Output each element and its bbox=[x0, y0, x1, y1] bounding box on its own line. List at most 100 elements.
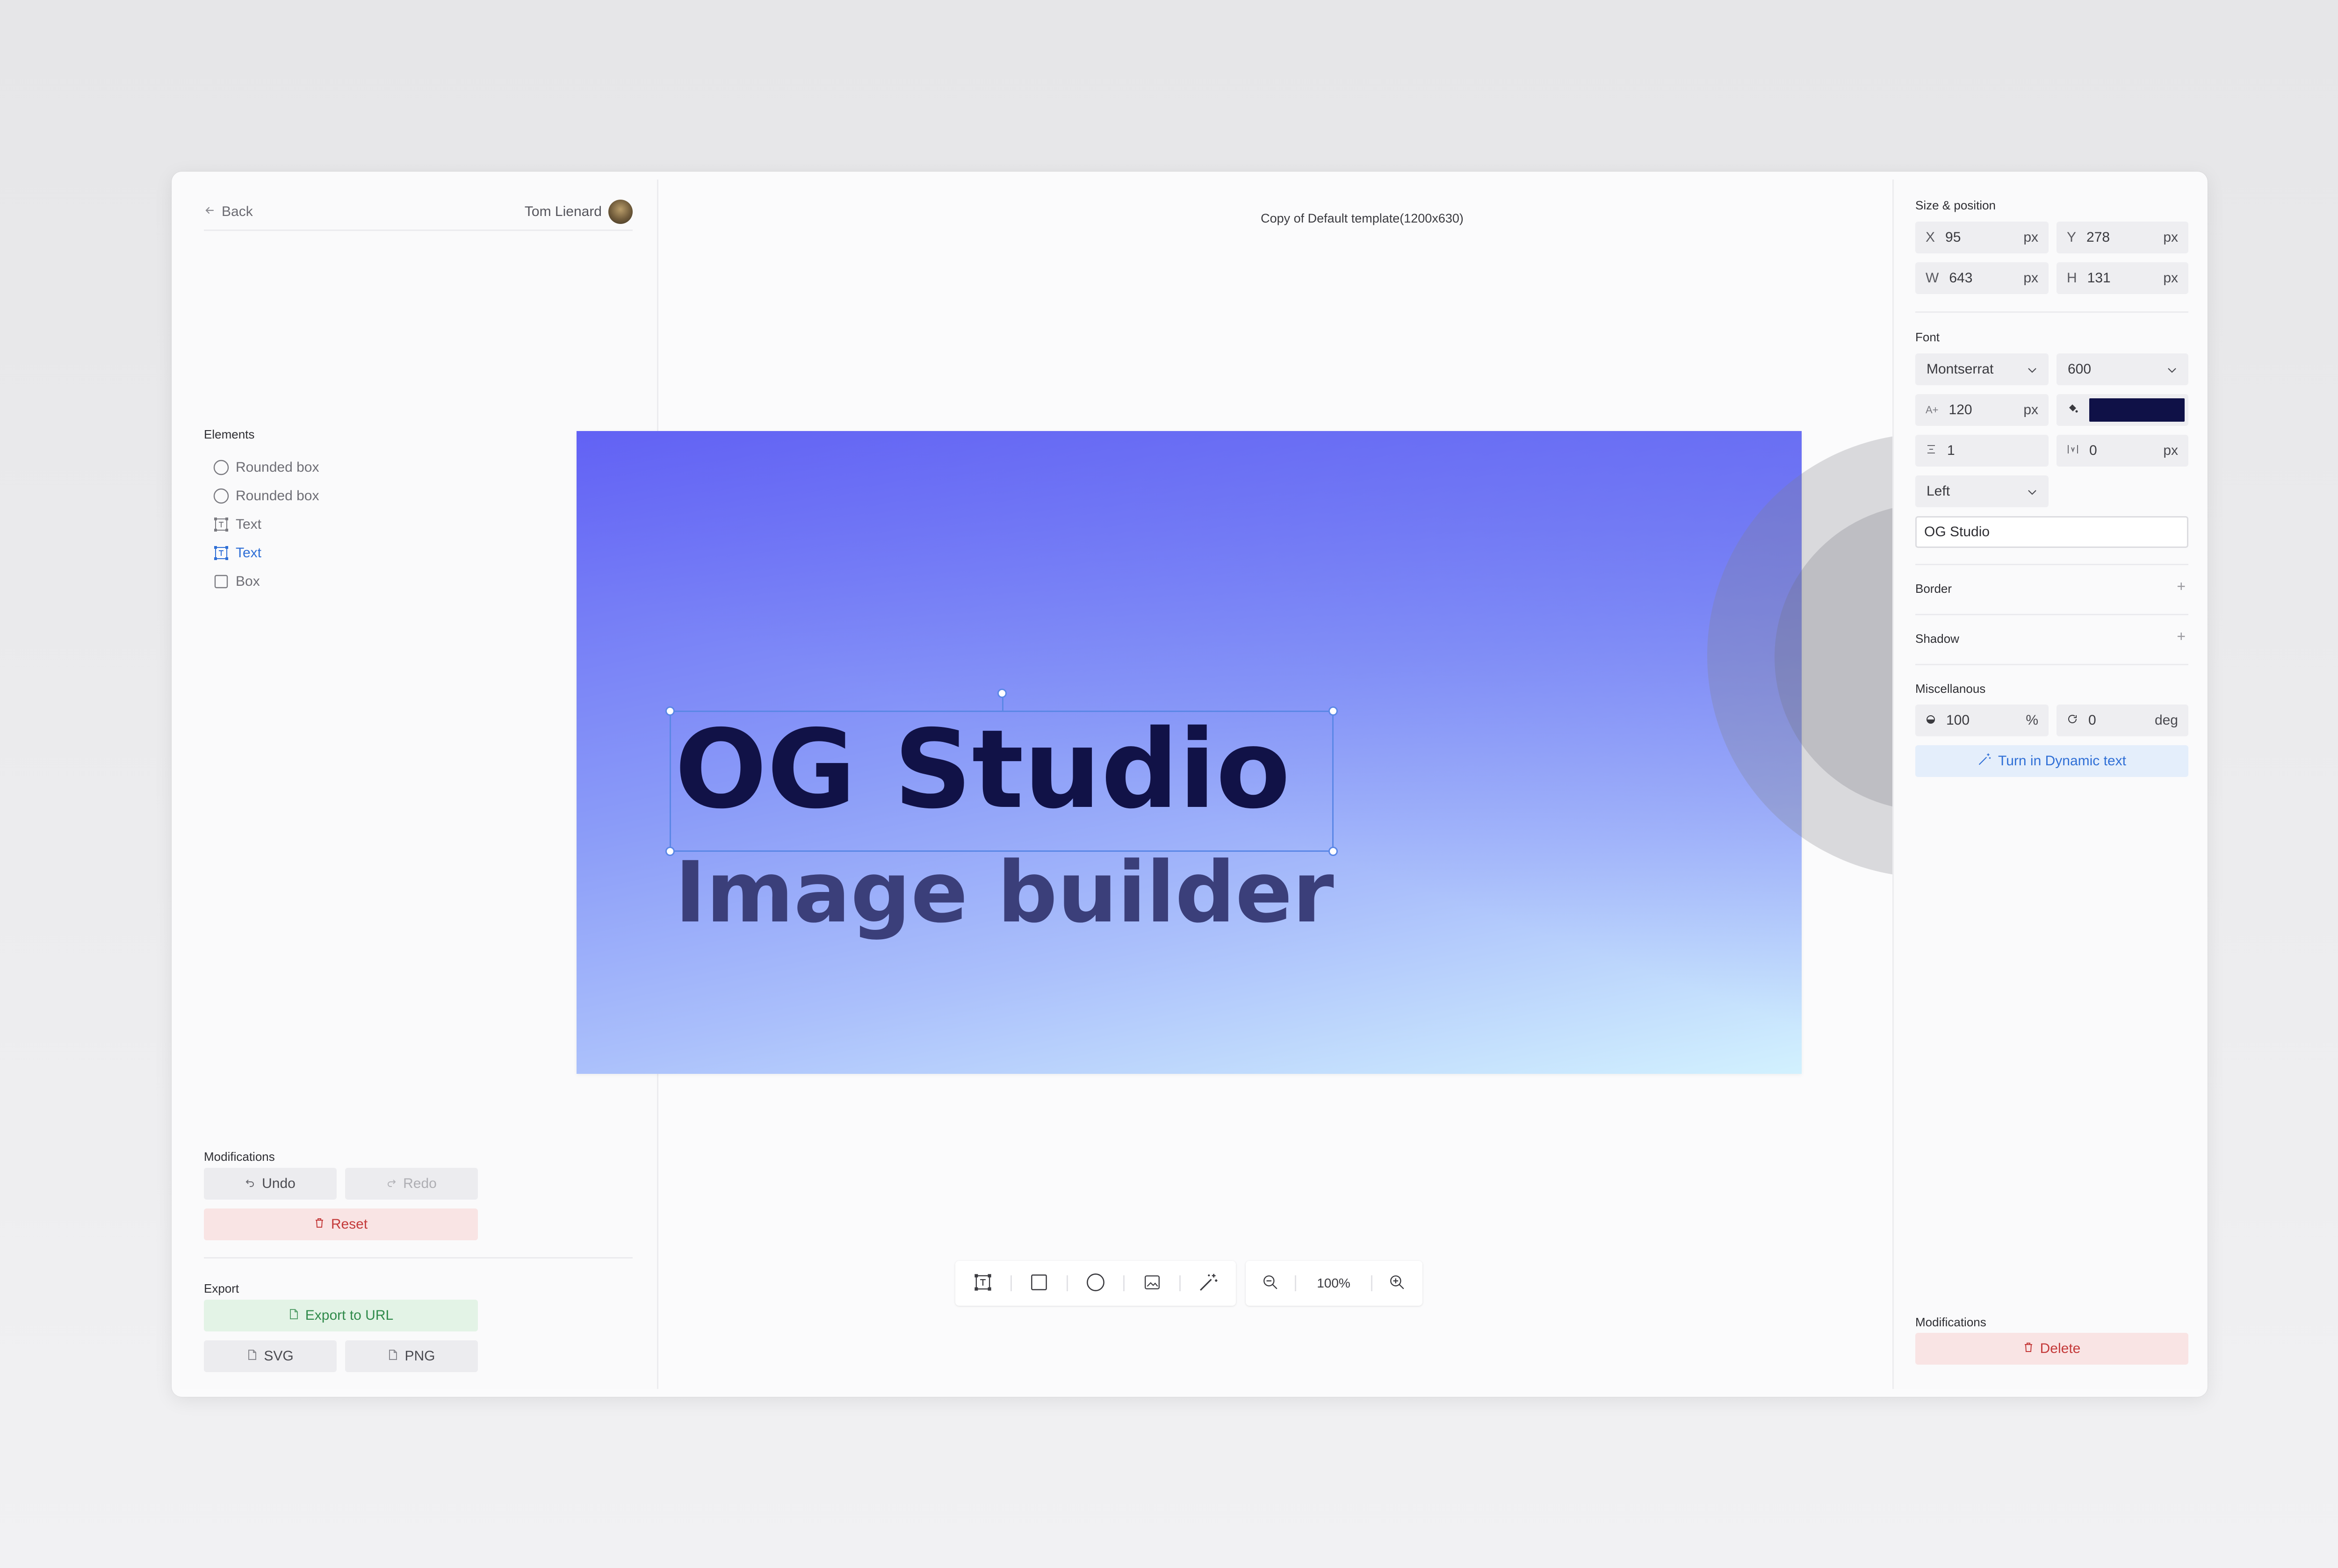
image-tool-button[interactable] bbox=[1125, 1261, 1180, 1306]
miscellanous-title: Miscellanous bbox=[1915, 682, 1986, 696]
resize-handle-top-left[interactable] bbox=[665, 706, 675, 716]
element-rounded-box-1[interactable]: Rounded box bbox=[213, 453, 319, 482]
font-family-select[interactable]: Montserrat bbox=[1915, 353, 2049, 385]
y-unit: px bbox=[2163, 230, 2178, 245]
font-color-swatch[interactable] bbox=[2089, 398, 2185, 422]
add-shadow-icon[interactable]: + bbox=[2177, 628, 2186, 645]
dynamic-text-label: Turn in Dynamic text bbox=[1998, 753, 2126, 769]
font-size-field[interactable]: A+ 120 px bbox=[1915, 394, 2049, 426]
x-label: X bbox=[1926, 230, 1935, 245]
zoom-in-button[interactable] bbox=[1372, 1261, 1422, 1306]
redo-label: Redo bbox=[403, 1176, 437, 1191]
back-button[interactable]: Back bbox=[204, 204, 253, 220]
text-align-select[interactable]: Left bbox=[1915, 475, 2049, 507]
zoom-level: 100% bbox=[1317, 1276, 1350, 1290]
line-height-field[interactable]: 1 bbox=[1915, 435, 2049, 467]
square-icon bbox=[1030, 1273, 1048, 1294]
font-weight-value: 600 bbox=[2068, 361, 2092, 377]
rotate-handle-line bbox=[1002, 698, 1003, 711]
element-text-1[interactable]: Text bbox=[213, 510, 319, 539]
element-label: Rounded box bbox=[236, 488, 319, 503]
left-header: Back Tom Lienard bbox=[204, 194, 633, 231]
reset-button[interactable]: Reset bbox=[204, 1208, 478, 1240]
font-color-field[interactable] bbox=[2057, 394, 2188, 426]
opacity-field[interactable]: 100 % bbox=[1915, 705, 2049, 736]
export-svg-button[interactable]: SVG bbox=[204, 1340, 337, 1372]
element-label: Text bbox=[236, 545, 262, 561]
zoom-toolbar: 100% bbox=[1246, 1261, 1422, 1306]
resize-handle-bottom-right[interactable] bbox=[1328, 847, 1338, 856]
png-label: PNG bbox=[404, 1348, 435, 1364]
x-value: 95 bbox=[1945, 230, 1961, 245]
divider bbox=[1915, 564, 2188, 565]
modifications-title: Modifications bbox=[1915, 1315, 1986, 1329]
rotation-icon bbox=[2067, 712, 2078, 728]
svg-label: SVG bbox=[264, 1348, 294, 1364]
user-name: Tom Lienard bbox=[524, 203, 602, 219]
opacity-value: 100 bbox=[1946, 712, 1970, 728]
chevron-down-icon bbox=[2027, 483, 2037, 499]
y-value: 278 bbox=[2086, 230, 2110, 245]
back-label: Back bbox=[222, 203, 253, 219]
divider bbox=[1915, 614, 2188, 615]
delete-button[interactable]: Delete bbox=[1915, 1333, 2188, 1365]
user-menu[interactable]: Tom Lienard bbox=[524, 199, 633, 224]
undo-button[interactable]: Undo bbox=[204, 1168, 337, 1200]
selection-frame[interactable] bbox=[665, 689, 1338, 856]
export-png-button[interactable]: PNG bbox=[345, 1340, 478, 1372]
element-label: Rounded box bbox=[236, 459, 319, 475]
chevron-down-icon bbox=[2167, 361, 2177, 377]
h-unit: px bbox=[2163, 270, 2178, 286]
dynamic-text-button[interactable]: Turn in Dynamic text bbox=[1915, 745, 2188, 777]
rotate-handle[interactable] bbox=[997, 689, 1007, 698]
box-tool-button[interactable] bbox=[1012, 1261, 1067, 1306]
shadow-title: Shadow bbox=[1915, 632, 1959, 646]
divider bbox=[1915, 311, 2188, 313]
resize-handle-top-right[interactable] bbox=[1328, 706, 1338, 716]
undo-label: Undo bbox=[262, 1176, 296, 1191]
element-box[interactable]: Box bbox=[213, 567, 319, 596]
element-text-2[interactable]: Text bbox=[213, 539, 319, 567]
rotation-field[interactable]: 0 deg bbox=[2057, 705, 2188, 736]
divider bbox=[1915, 664, 2188, 665]
export-url-button[interactable]: Export to URL bbox=[204, 1300, 478, 1331]
paint-bucket-icon bbox=[2067, 402, 2079, 418]
font-title: Font bbox=[1915, 330, 1940, 344]
elements-list: Rounded box Rounded box Text Text Box bbox=[213, 453, 319, 596]
y-field[interactable]: Y 278 px bbox=[2057, 222, 2188, 253]
redo-button[interactable]: Redo bbox=[345, 1168, 478, 1200]
modifications-title: Modifications bbox=[204, 1150, 275, 1164]
font-weight-select[interactable]: 600 bbox=[2057, 353, 2188, 385]
height-field[interactable]: H 131 px bbox=[2057, 262, 2188, 294]
delete-label: Delete bbox=[2040, 1341, 2081, 1356]
line-height-value: 1 bbox=[1947, 443, 1955, 458]
font-family-value: Montserrat bbox=[1927, 361, 1994, 377]
zoom-out-button[interactable] bbox=[1246, 1261, 1295, 1306]
resize-handle-bottom-left[interactable] bbox=[665, 847, 675, 856]
right-panel: Size & position X 95 px Y 278 px W 643 p… bbox=[1892, 180, 2200, 1389]
opacity-icon bbox=[1926, 712, 1936, 728]
size-position-title: Size & position bbox=[1915, 198, 1996, 212]
image-icon bbox=[1144, 1274, 1161, 1293]
export-url-label: Export to URL bbox=[305, 1308, 394, 1323]
font-size-unit: px bbox=[2023, 402, 2038, 417]
arrow-left-icon bbox=[204, 204, 215, 220]
text-frame-icon bbox=[974, 1273, 992, 1294]
circle-tool-button[interactable] bbox=[1068, 1261, 1123, 1306]
file-icon bbox=[289, 1308, 299, 1323]
circle-icon bbox=[213, 460, 229, 475]
elements-title: Elements bbox=[204, 427, 255, 441]
width-field[interactable]: W 643 px bbox=[1915, 262, 2049, 294]
canvas-subtitle-text[interactable]: Image builder bbox=[675, 851, 1334, 935]
x-field[interactable]: X 95 px bbox=[1915, 222, 2049, 253]
font-size-value: 120 bbox=[1948, 402, 1972, 417]
element-rounded-box-2[interactable]: Rounded box bbox=[213, 482, 319, 510]
element-label: Text bbox=[236, 516, 262, 532]
text-tool-button[interactable] bbox=[955, 1261, 1010, 1306]
magic-tool-button[interactable] bbox=[1181, 1261, 1236, 1306]
trash-icon bbox=[2023, 1341, 2034, 1357]
text-content-input[interactable]: OG Studio bbox=[1915, 516, 2188, 548]
letter-spacing-field[interactable]: 0 px bbox=[2057, 435, 2188, 467]
add-border-icon[interactable]: + bbox=[2177, 578, 2186, 595]
w-value: 643 bbox=[1949, 270, 1973, 286]
